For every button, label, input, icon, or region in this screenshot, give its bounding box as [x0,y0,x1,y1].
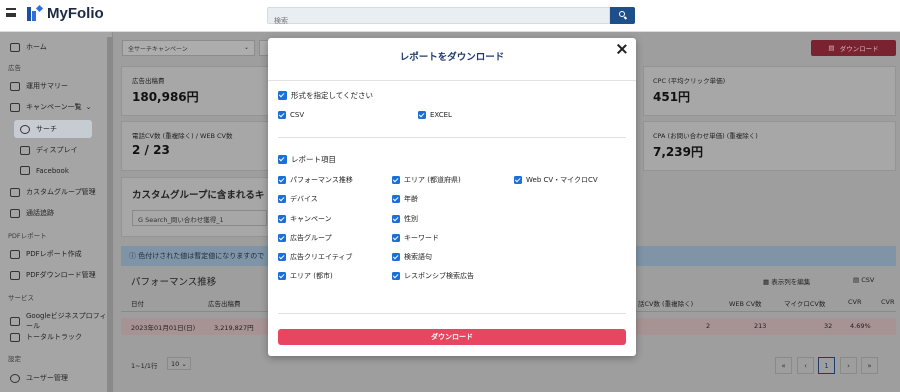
close-icon[interactable] [616,43,628,55]
checkbox-checked-icon [278,176,286,184]
checkbox-checked-icon [514,176,522,184]
checkbox-checked-icon [392,272,400,280]
item-performance-checkbox[interactable]: パフォーマンス推移 [278,175,353,185]
excel-checkbox[interactable]: EXCEL [418,111,452,119]
checkbox-checked-icon [392,253,400,261]
item-creative-checkbox[interactable]: 広告クリエイティブ [278,252,352,262]
item-search-term-checkbox[interactable]: 検索語句 [392,252,432,262]
item-adgroup-checkbox[interactable]: 広告グループ [278,233,332,243]
checkbox-checked-icon [278,111,286,119]
divider [278,313,626,314]
checkbox-checked-icon [392,234,400,242]
format-checkbox[interactable]: 形式を指定してください [278,90,373,101]
item-keyword-checkbox[interactable]: キーワード [392,233,439,243]
checkbox-checked-icon [278,195,286,203]
item-gender-checkbox[interactable]: 性別 [392,214,418,224]
item-area-city-checkbox[interactable]: エリア (都市) [278,271,333,281]
checkbox-checked-icon [278,272,286,280]
item-rsa-checkbox[interactable]: レスポンシブ検索広告 [392,271,474,281]
item-webcv-checkbox[interactable]: Web CV・マイクロCV [514,175,598,185]
divider [278,137,626,138]
checkbox-checked-icon [418,111,426,119]
item-device-checkbox[interactable]: デバイス [278,194,318,204]
checkbox-checked-icon [392,176,400,184]
report-items-checkbox[interactable]: レポート項目 [278,154,336,165]
checkbox-checked-icon [278,234,286,242]
checkbox-checked-icon [392,195,400,203]
checkbox-checked-icon [278,253,286,261]
item-age-checkbox[interactable]: 年齢 [392,194,418,204]
download-report-modal: レポートをダウンロード 形式を指定してください CSV EXCEL レポート項目… [268,38,636,356]
checkbox-checked-icon [278,155,287,164]
modal-title: レポートをダウンロード [399,52,505,63]
item-campaign-checkbox[interactable]: キャンペーン [278,214,332,224]
item-area-prefecture-checkbox[interactable]: エリア (都道府県) [392,175,461,185]
modal-download-button[interactable]: ダウンロード [278,329,626,345]
checkbox-checked-icon [392,215,400,223]
csv-checkbox[interactable]: CSV [278,111,304,119]
divider [268,80,636,81]
checkbox-checked-icon [278,91,287,100]
checkbox-checked-icon [278,215,286,223]
